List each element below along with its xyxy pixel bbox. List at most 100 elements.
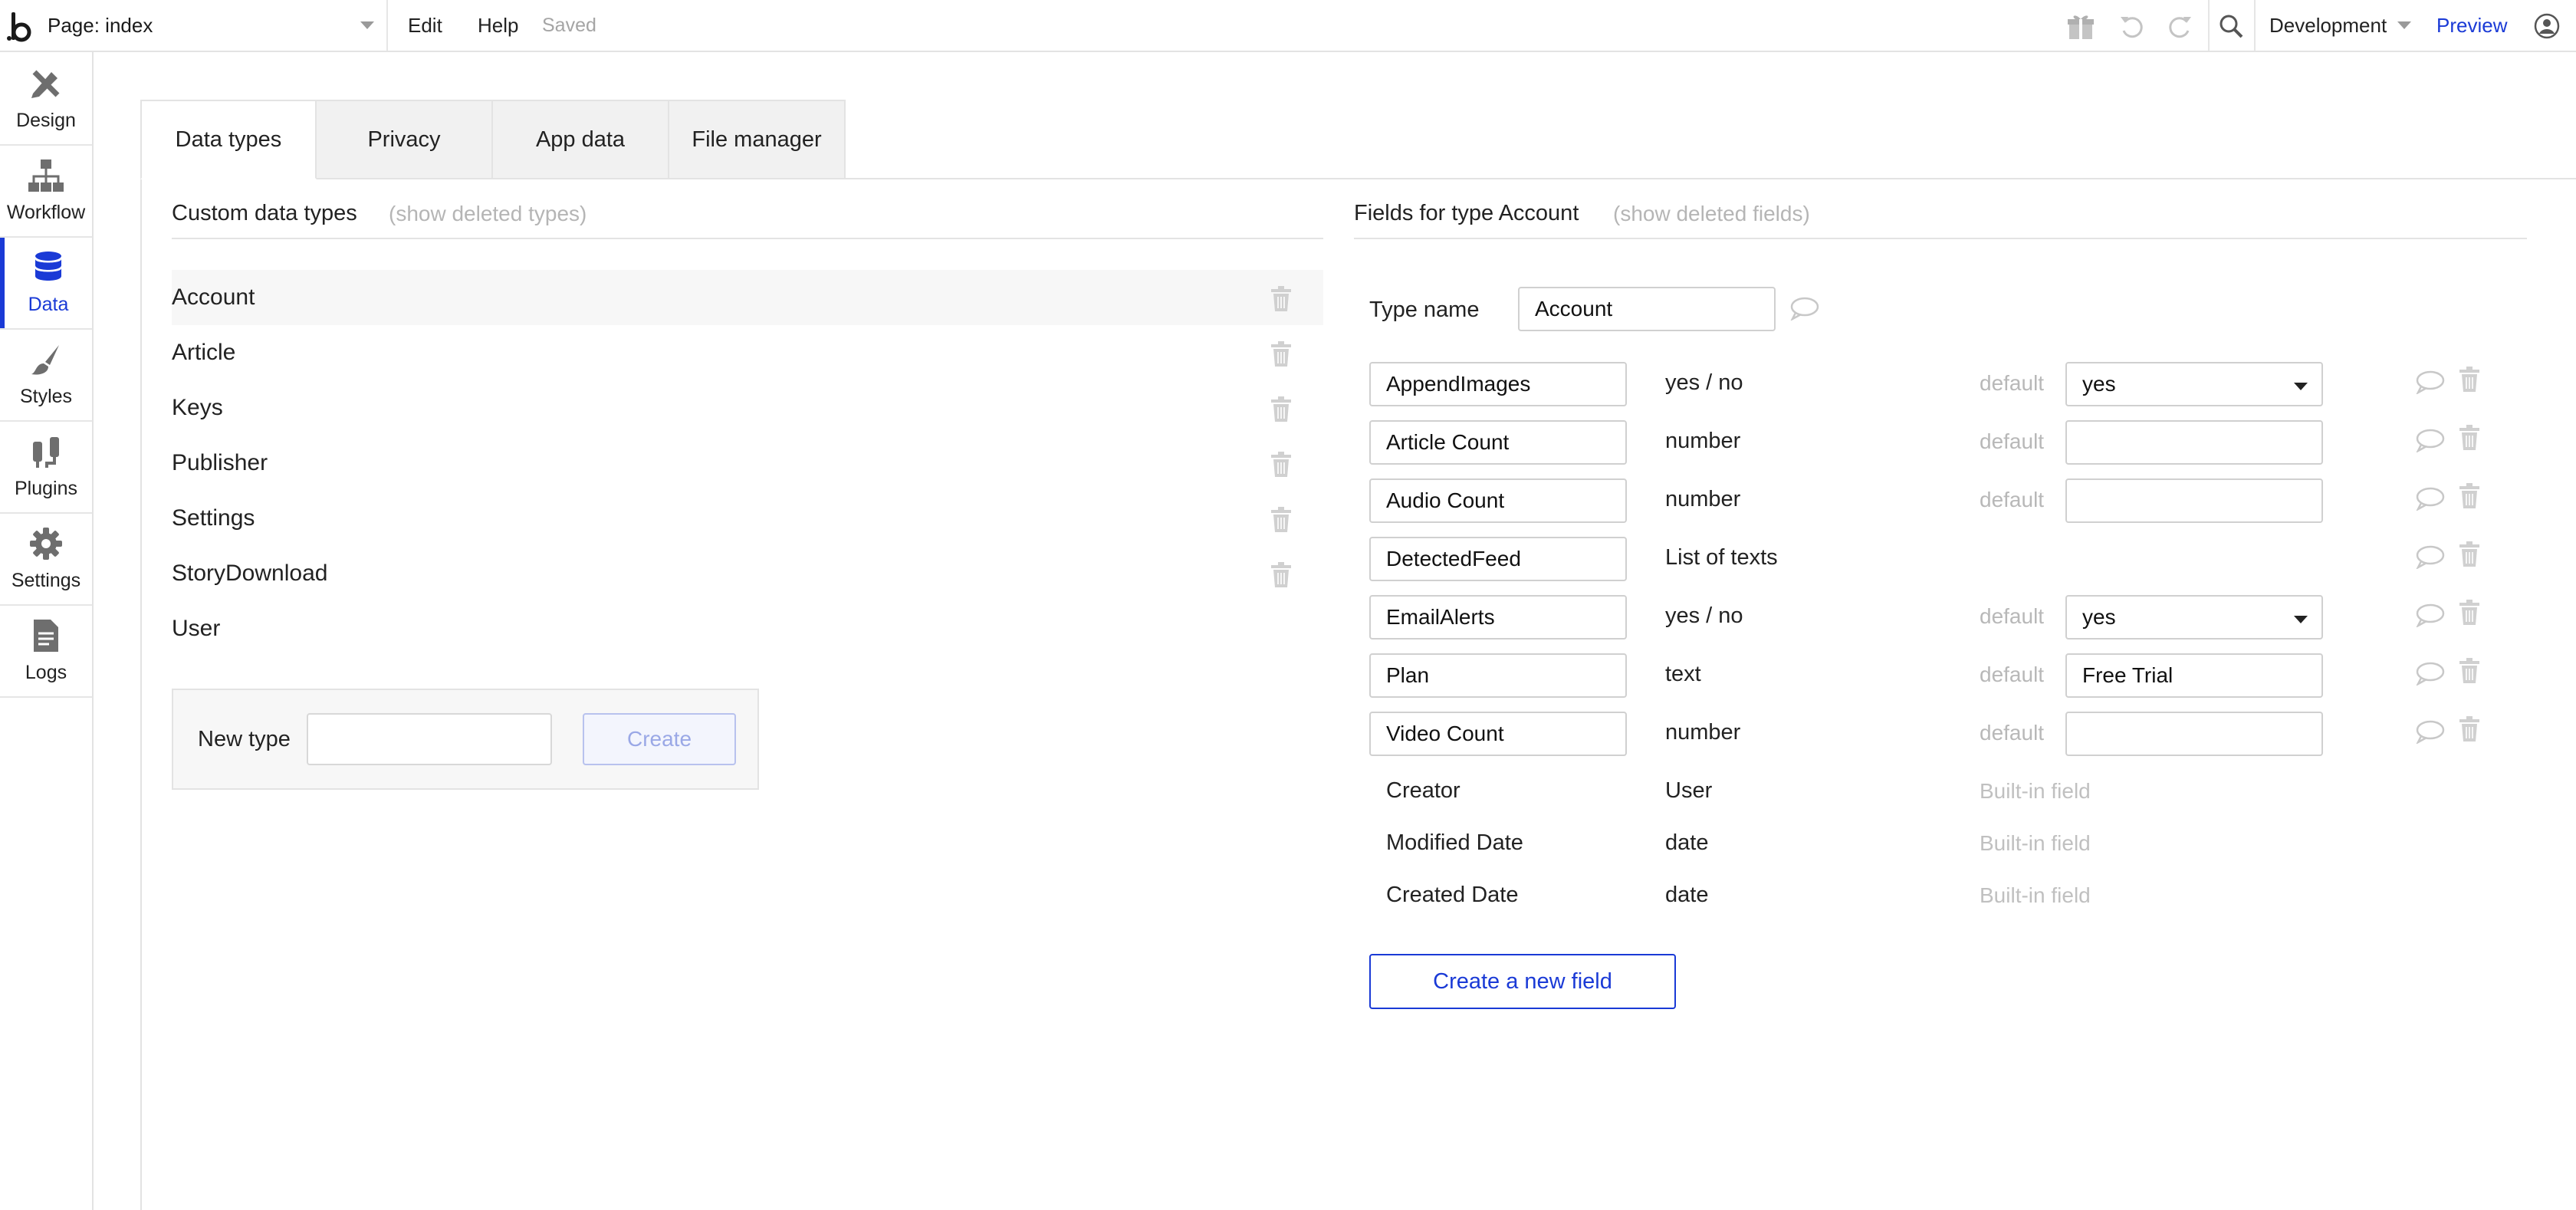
trash-icon[interactable]	[1270, 286, 1293, 312]
field-type: yes / no	[1665, 370, 1743, 395]
default-value: yes	[2082, 605, 2116, 629]
default-label: default	[1980, 371, 2045, 395]
builtin-field-type: date	[1665, 830, 1709, 855]
field-type: number	[1665, 487, 1741, 511]
sidebar-item-data[interactable]: Data	[0, 238, 92, 328]
default-input[interactable]	[2065, 478, 2323, 523]
comment-icon[interactable]	[2415, 428, 2446, 452]
sidebar-item-workflow[interactable]: Workflow	[0, 146, 92, 236]
default-label: default	[1980, 488, 2045, 511]
show-deleted-types-link[interactable]: (show deleted types)	[389, 202, 586, 226]
comment-icon[interactable]	[2415, 719, 2446, 744]
field-name-input[interactable]: AppendImages	[1369, 362, 1627, 406]
edit-menu[interactable]: Edit	[408, 0, 442, 51]
trash-icon[interactable]	[2458, 600, 2481, 626]
comment-icon[interactable]	[2415, 486, 2446, 511]
plug-icon	[28, 434, 64, 473]
sidebar-item-design[interactable]: Design	[0, 54, 92, 144]
left-sidebar: Design Workflow Data Styles Plugins Sett…	[0, 52, 94, 1210]
builtin-field-note: Built-in field	[1980, 883, 2091, 907]
sidebar-item-logs[interactable]: Logs	[0, 606, 92, 696]
sidebar-item-label: Workflow	[6, 202, 86, 223]
trash-icon[interactable]	[2458, 425, 2481, 451]
divider	[1354, 238, 2527, 239]
tab-privacy[interactable]: Privacy	[317, 100, 493, 179]
trash-icon[interactable]	[2458, 658, 2481, 684]
environment-selector[interactable]: Development	[2269, 0, 2412, 51]
field-type: text	[1665, 662, 1701, 686]
comment-icon[interactable]	[2415, 661, 2446, 686]
type-name-input[interactable]: Account	[1518, 287, 1776, 331]
type-row-settings[interactable]: Settings	[172, 491, 1323, 546]
tab-file-manager[interactable]: File manager	[669, 100, 846, 179]
comment-icon[interactable]	[2415, 370, 2446, 394]
tab-app-data[interactable]: App data	[493, 100, 669, 179]
type-row-keys[interactable]: Keys	[172, 380, 1323, 436]
new-type-input[interactable]	[307, 713, 552, 765]
type-row-publisher[interactable]: Publisher	[172, 436, 1323, 491]
default-dropdown[interactable]: yes	[2065, 362, 2323, 406]
type-row-storydownload[interactable]: StoryDownload	[172, 546, 1323, 601]
field-name-input[interactable]: EmailAlerts	[1369, 595, 1627, 640]
create-type-button[interactable]: Create	[583, 713, 736, 765]
page-selector[interactable]: Page: index	[40, 0, 388, 51]
undo-icon[interactable]	[2114, 9, 2148, 43]
trash-icon[interactable]	[2458, 541, 2481, 567]
trash-icon[interactable]	[1270, 341, 1293, 367]
type-row-article[interactable]: Article	[172, 325, 1323, 380]
field-name-input[interactable]: Plan	[1369, 653, 1627, 698]
chevron-down-icon	[360, 21, 374, 29]
sidebar-item-styles[interactable]: Styles	[0, 330, 92, 420]
builtin-field-name: Modified Date	[1386, 830, 1523, 855]
type-name: Keys	[172, 395, 223, 420]
sidebar-item-label: Styles	[19, 386, 73, 407]
trash-icon[interactable]	[2458, 483, 2481, 509]
database-icon	[33, 250, 64, 289]
trash-icon[interactable]	[1270, 452, 1293, 478]
brush-icon	[28, 342, 64, 381]
gear-icon	[28, 526, 64, 565]
custom-types-title: Custom data types	[172, 201, 357, 225]
workflow-icon	[27, 158, 65, 197]
default-input[interactable]: Free Trial	[2065, 653, 2323, 698]
page-selector-label: Page: index	[48, 13, 153, 37]
help-menu[interactable]: Help	[478, 0, 518, 51]
sidebar-item-label: Design	[16, 110, 76, 131]
redo-icon[interactable]	[2164, 9, 2197, 43]
type-row-account[interactable]: Account	[172, 270, 1323, 325]
tab-data-types[interactable]: Data types	[140, 100, 317, 179]
trash-icon[interactable]	[1270, 562, 1293, 588]
comment-icon[interactable]	[2415, 544, 2446, 569]
field-name-input[interactable]: Audio Count	[1369, 478, 1627, 523]
field-type: number	[1665, 720, 1741, 745]
show-deleted-fields-link[interactable]: (show deleted fields)	[1613, 202, 1810, 226]
default-input[interactable]	[2065, 712, 2323, 756]
trash-icon[interactable]	[1270, 396, 1293, 423]
gift-icon[interactable]	[2064, 9, 2098, 43]
toolbar-divider	[2208, 0, 2210, 51]
field-name-input[interactable]: Article Count	[1369, 420, 1627, 465]
sidebar-item-settings[interactable]: Settings	[0, 514, 92, 604]
trash-icon[interactable]	[2458, 716, 2481, 742]
comment-icon[interactable]	[2415, 603, 2446, 627]
document-icon	[31, 618, 61, 657]
default-dropdown[interactable]: yes	[2065, 595, 2323, 640]
type-name: Account	[172, 284, 255, 310]
field-name-input[interactable]: Video Count	[1369, 712, 1627, 756]
toolbar-divider	[2254, 0, 2256, 51]
trash-icon[interactable]	[1270, 507, 1293, 533]
bubble-logo-icon[interactable]	[0, 0, 40, 52]
field-name-input[interactable]: DetectedFeed	[1369, 537, 1627, 581]
type-name: Article	[172, 340, 236, 365]
environment-label: Development	[2269, 13, 2387, 37]
default-input[interactable]	[2065, 420, 2323, 465]
preview-button[interactable]: Preview	[2436, 0, 2507, 51]
comment-icon[interactable]	[1789, 296, 1820, 321]
sidebar-item-plugins[interactable]: Plugins	[0, 422, 92, 512]
create-new-field-button[interactable]: Create a new field	[1369, 954, 1676, 1009]
dropdown-arrow-icon	[2294, 616, 2308, 623]
trash-icon[interactable]	[2458, 367, 2481, 393]
account-icon[interactable]	[2530, 9, 2564, 43]
type-row-user[interactable]: User	[172, 601, 1323, 656]
search-icon[interactable]	[2214, 9, 2248, 43]
